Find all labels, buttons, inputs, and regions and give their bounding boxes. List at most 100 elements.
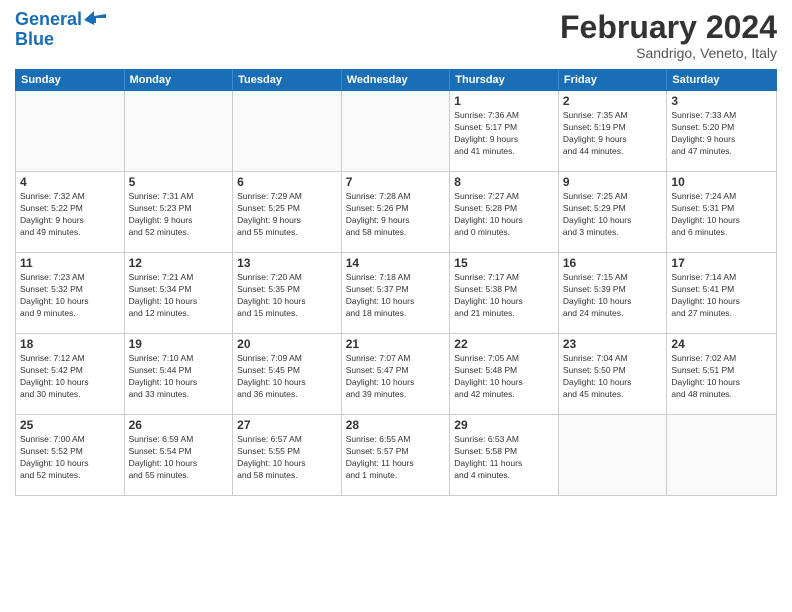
calendar-header: SundayMondayTuesdayWednesdayThursdayFrid…	[15, 69, 777, 91]
day-cell-18: 18 Sunrise: 7:12 AM Sunset: 5:42 PM Dayli…	[16, 334, 125, 414]
day-info: Sunrise: 7:29 AM Sunset: 5:25 PM Dayligh…	[237, 191, 337, 239]
day-number: 27	[237, 418, 337, 432]
day-info: Sunrise: 7:02 AM Sunset: 5:51 PM Dayligh…	[671, 353, 772, 401]
day-info: Sunrise: 7:33 AM Sunset: 5:20 PM Dayligh…	[671, 110, 772, 158]
day-cell-9: 9Sunrise: 7:25 AM Sunset: 5:29 PM Daylig…	[559, 172, 668, 252]
day-number: 12	[129, 256, 229, 270]
header: General Blue February 2024 Sandrigo, Ven…	[15, 10, 777, 61]
day-info: Sunrise: 7:09 AM Sunset: 5:45 PM Dayligh…	[237, 353, 337, 401]
day-info: Sunrise: 7:12 AM Sunset: 5:42 PM Dayligh…	[20, 353, 120, 401]
day-number: 7	[346, 175, 446, 189]
day-info: Sunrise: 7:14 AM Sunset: 5:41 PM Dayligh…	[671, 272, 772, 320]
day-info: Sunrise: 7:32 AM Sunset: 5:22 PM Dayligh…	[20, 191, 120, 239]
day-of-week-sunday: Sunday	[16, 70, 125, 90]
day-number: 28	[346, 418, 446, 432]
day-number: 3	[671, 94, 772, 108]
day-info: Sunrise: 6:55 AM Sunset: 5:57 PM Dayligh…	[346, 434, 446, 482]
day-info: Sunrise: 7:20 AM Sunset: 5:35 PM Dayligh…	[237, 272, 337, 320]
day-cell-15: 15 Sunrise: 7:17 AM Sunset: 5:38 PM Dayli…	[450, 253, 559, 333]
day-cell-10: 10 Sunrise: 7:24 AM Sunset: 5:31 PM Dayli…	[667, 172, 776, 252]
day-cell-1: 1 Sunrise: 7:36 AM Sunset: 5:17 PM Daylig…	[450, 91, 559, 171]
day-cell-empty-4-6	[667, 415, 776, 495]
day-number: 8	[454, 175, 554, 189]
logo-text: General	[15, 10, 82, 30]
day-cell-27: 27 Sunrise: 6:57 AM Sunset: 5:55 PM Dayli…	[233, 415, 342, 495]
day-info: Sunrise: 7:35 AM Sunset: 5:19 PM Dayligh…	[563, 110, 663, 158]
month-title: February 2024	[560, 10, 777, 45]
day-info: Sunrise: 7:36 AM Sunset: 5:17 PM Dayligh…	[454, 110, 554, 158]
page: General Blue February 2024 Sandrigo, Ven…	[0, 0, 792, 612]
week-row-5: 25 Sunrise: 7:00 AM Sunset: 5:52 PM Dayli…	[16, 415, 776, 495]
day-of-week-monday: Monday	[125, 70, 234, 90]
day-of-week-friday: Friday	[559, 70, 668, 90]
day-info: Sunrise: 6:57 AM Sunset: 5:55 PM Dayligh…	[237, 434, 337, 482]
day-of-week-thursday: Thursday	[450, 70, 559, 90]
day-info: Sunrise: 7:15 AM Sunset: 5:39 PM Dayligh…	[563, 272, 663, 320]
day-number: 2	[563, 94, 663, 108]
logo-text2: Blue	[15, 30, 54, 50]
day-cell-empty-0-1	[125, 91, 234, 171]
day-number: 21	[346, 337, 446, 351]
day-info: Sunrise: 7:28 AM Sunset: 5:26 PM Dayligh…	[346, 191, 446, 239]
day-number: 23	[563, 337, 663, 351]
day-cell-16: 16Sunrise: 7:15 AM Sunset: 5:39 PM Dayli…	[559, 253, 668, 333]
day-cell-23: 23 Sunrise: 7:04 AM Sunset: 5:50 PM Dayli…	[559, 334, 668, 414]
day-cell-17: 17 Sunrise: 7:14 AM Sunset: 5:41 PM Dayli…	[667, 253, 776, 333]
day-info: Sunrise: 7:21 AM Sunset: 5:34 PM Dayligh…	[129, 272, 229, 320]
day-info: Sunrise: 7:17 AM Sunset: 5:38 PM Dayligh…	[454, 272, 554, 320]
day-of-week-tuesday: Tuesday	[233, 70, 342, 90]
day-number: 24	[671, 337, 772, 351]
day-number: 15	[454, 256, 554, 270]
day-number: 26	[129, 418, 229, 432]
day-number: 10	[671, 175, 772, 189]
day-info: Sunrise: 7:00 AM Sunset: 5:52 PM Dayligh…	[20, 434, 120, 482]
day-cell-empty-0-2	[233, 91, 342, 171]
day-cell-empty-4-5	[559, 415, 668, 495]
location-subtitle: Sandrigo, Veneto, Italy	[560, 45, 777, 61]
day-cell-7: 7 Sunrise: 7:28 AM Sunset: 5:26 PM Daylig…	[342, 172, 451, 252]
day-info: Sunrise: 7:18 AM Sunset: 5:37 PM Dayligh…	[346, 272, 446, 320]
day-cell-2: 2 Sunrise: 7:35 AM Sunset: 5:19 PM Daylig…	[559, 91, 668, 171]
day-cell-24: 24 Sunrise: 7:02 AM Sunset: 5:51 PM Dayli…	[667, 334, 776, 414]
week-row-4: 18 Sunrise: 7:12 AM Sunset: 5:42 PM Dayli…	[16, 334, 776, 415]
week-row-3: 11Sunrise: 7:23 AM Sunset: 5:32 PM Dayli…	[16, 253, 776, 334]
day-number: 13	[237, 256, 337, 270]
day-number: 9	[563, 175, 663, 189]
day-cell-8: 8 Sunrise: 7:27 AM Sunset: 5:28 PM Daylig…	[450, 172, 559, 252]
day-number: 18	[20, 337, 120, 351]
day-info: Sunrise: 7:10 AM Sunset: 5:44 PM Dayligh…	[129, 353, 229, 401]
day-number: 6	[237, 175, 337, 189]
day-cell-28: 28 Sunrise: 6:55 AM Sunset: 5:57 PM Dayli…	[342, 415, 451, 495]
day-info: Sunrise: 7:23 AM Sunset: 5:32 PM Dayligh…	[20, 272, 120, 320]
day-number: 4	[20, 175, 120, 189]
calendar: SundayMondayTuesdayWednesdayThursdayFrid…	[15, 69, 777, 602]
day-cell-13: 13 Sunrise: 7:20 AM Sunset: 5:35 PM Dayli…	[233, 253, 342, 333]
day-number: 20	[237, 337, 337, 351]
day-number: 5	[129, 175, 229, 189]
day-info: Sunrise: 7:07 AM Sunset: 5:47 PM Dayligh…	[346, 353, 446, 401]
day-cell-20: 20 Sunrise: 7:09 AM Sunset: 5:45 PM Dayli…	[233, 334, 342, 414]
day-cell-29: 29Sunrise: 6:53 AM Sunset: 5:58 PM Dayli…	[450, 415, 559, 495]
logo: General Blue	[15, 10, 106, 50]
day-cell-5: 5Sunrise: 7:31 AM Sunset: 5:23 PM Daylig…	[125, 172, 234, 252]
day-number: 1	[454, 94, 554, 108]
day-number: 17	[671, 256, 772, 270]
day-number: 19	[129, 337, 229, 351]
logo-icon	[84, 11, 106, 29]
day-number: 25	[20, 418, 120, 432]
day-cell-empty-0-3	[342, 91, 451, 171]
day-cell-14: 14Sunrise: 7:18 AM Sunset: 5:37 PM Dayli…	[342, 253, 451, 333]
day-cell-22: 22Sunrise: 7:05 AM Sunset: 5:48 PM Dayli…	[450, 334, 559, 414]
day-cell-26: 26Sunrise: 6:59 AM Sunset: 5:54 PM Dayli…	[125, 415, 234, 495]
day-cell-21: 21 Sunrise: 7:07 AM Sunset: 5:47 PM Dayli…	[342, 334, 451, 414]
day-of-week-wednesday: Wednesday	[342, 70, 451, 90]
day-info: Sunrise: 6:53 AM Sunset: 5:58 PM Dayligh…	[454, 434, 554, 482]
day-info: Sunrise: 7:27 AM Sunset: 5:28 PM Dayligh…	[454, 191, 554, 239]
day-cell-6: 6 Sunrise: 7:29 AM Sunset: 5:25 PM Daylig…	[233, 172, 342, 252]
day-cell-3: 3 Sunrise: 7:33 AM Sunset: 5:20 PM Daylig…	[667, 91, 776, 171]
calendar-body: 1 Sunrise: 7:36 AM Sunset: 5:17 PM Daylig…	[15, 91, 777, 496]
day-info: Sunrise: 7:04 AM Sunset: 5:50 PM Dayligh…	[563, 353, 663, 401]
day-info: Sunrise: 7:24 AM Sunset: 5:31 PM Dayligh…	[671, 191, 772, 239]
day-cell-12: 12 Sunrise: 7:21 AM Sunset: 5:34 PM Dayli…	[125, 253, 234, 333]
week-row-1: 1 Sunrise: 7:36 AM Sunset: 5:17 PM Daylig…	[16, 91, 776, 172]
